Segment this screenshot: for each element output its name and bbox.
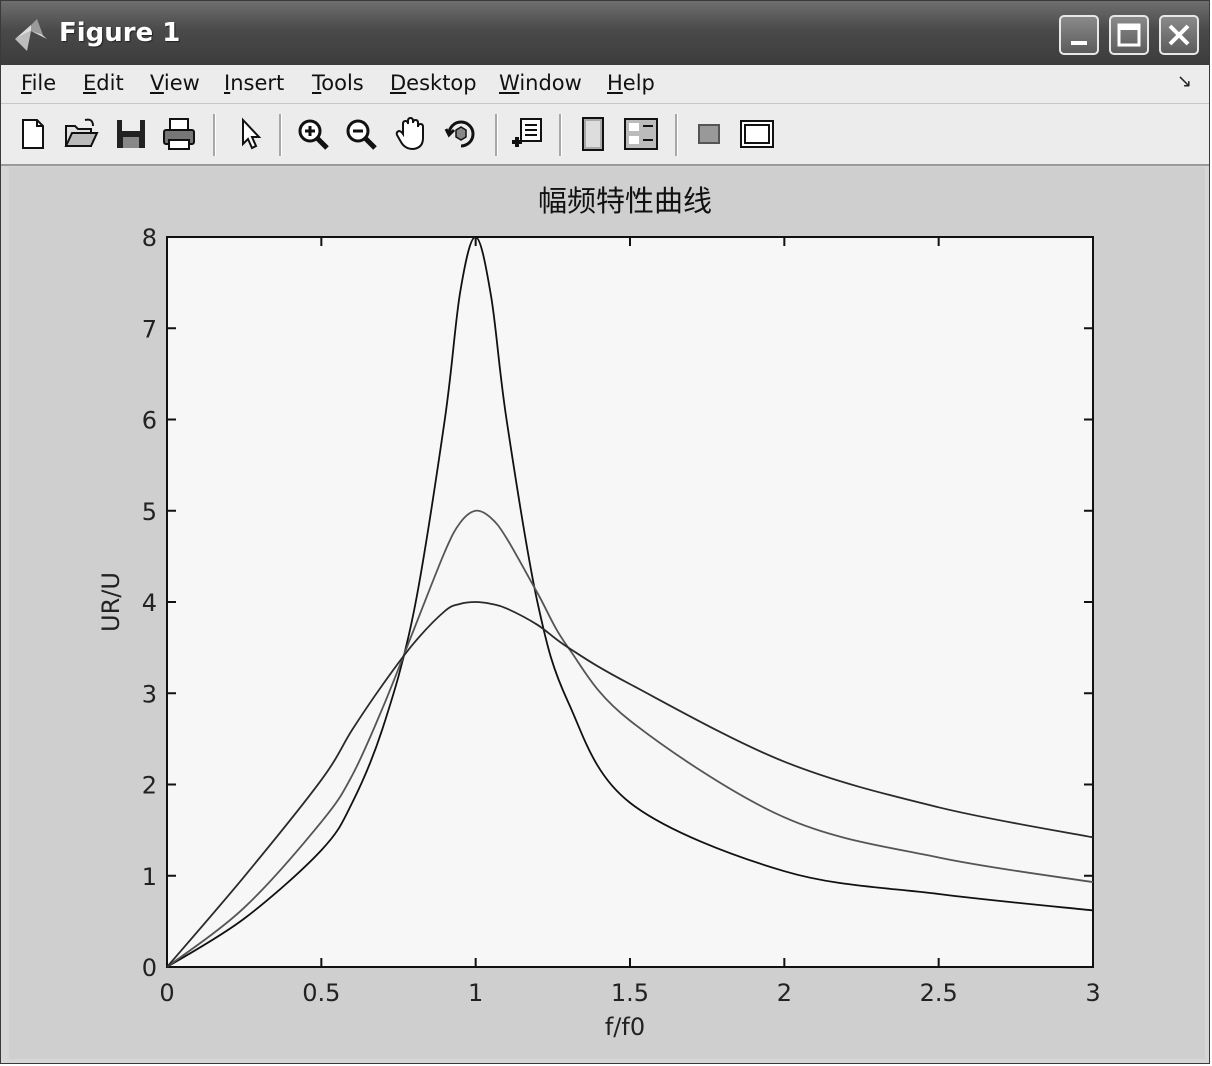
save-icon[interactable]: [113, 116, 149, 152]
y-tick-label: 0: [142, 954, 157, 982]
title-bar[interactable]: Figure 1: [1, 1, 1209, 65]
x-tick-label: 0: [159, 979, 174, 1007]
menu-bar: File Edit View Insert Tools Desktop Wind…: [1, 65, 1209, 104]
y-tick-label: 2: [142, 772, 157, 800]
plot-area[interactable]: 幅频特性曲线 0 0.5 1 1.5 2 2.5 3 0 1 2 3 4 5 6 7 8 f/f0 UR/U: [9, 167, 1205, 1059]
y-tick-label: 8: [142, 224, 157, 252]
y-tick-label: 6: [142, 407, 157, 435]
plot-title: 幅频特性曲线: [538, 184, 712, 218]
toolbar-separator: [495, 114, 498, 156]
x-tick-label: 3: [1085, 979, 1100, 1007]
print-icon[interactable]: [161, 116, 197, 152]
menu-window[interactable]: Window: [499, 71, 582, 95]
menu-edit[interactable]: Edit: [83, 71, 124, 95]
matlab-logo-icon: [13, 17, 49, 53]
menu-tools[interactable]: Tools: [312, 71, 364, 95]
pan-hand-icon[interactable]: [393, 116, 429, 152]
x-tick-label: 2: [777, 979, 792, 1007]
close-button[interactable]: [1159, 15, 1199, 55]
insert-colorbar-icon[interactable]: [691, 116, 727, 152]
zoom-in-icon[interactable]: [295, 116, 331, 152]
figure-canvas[interactable]: 幅频特性曲线 0 0.5 1 1.5 2 2.5 3 0 1 2 3 4 5 6 7 8 f/f0 UR/U: [9, 167, 1205, 1059]
minimize-button[interactable]: [1059, 15, 1099, 55]
toolbar-separator: [675, 114, 678, 156]
toolbar-separator: [279, 114, 282, 156]
window-title: Figure 1: [59, 18, 181, 48]
minimize-icon: [1071, 41, 1087, 45]
y-tick-label: 3: [142, 680, 157, 708]
open-file-icon[interactable]: [63, 116, 99, 152]
x-tick-label: 2.5: [920, 979, 958, 1007]
plot-browser-icon[interactable]: [739, 116, 775, 152]
axes-box[interactable]: [166, 236, 1094, 968]
menu-desktop[interactable]: Desktop: [390, 71, 477, 95]
menu-insert[interactable]: Insert: [224, 71, 284, 95]
matlab-figure-window: Figure 1 File Edit View Insert Tools Des…: [0, 0, 1210, 1064]
hide-plot-tools-icon[interactable]: [575, 116, 611, 152]
dock-figure-icon[interactable]: ↘: [1177, 71, 1192, 92]
figure-toolbar: [1, 104, 1209, 166]
menu-view[interactable]: View: [150, 71, 200, 95]
toolbar-separator: [213, 114, 216, 156]
x-tick-label: 0.5: [302, 979, 340, 1007]
menu-help[interactable]: Help: [607, 71, 655, 95]
x-tick-label: 1.5: [611, 979, 649, 1007]
show-plot-tools-icon[interactable]: [623, 116, 659, 152]
y-axis-label: UR/U: [97, 572, 125, 632]
menu-file[interactable]: File: [21, 71, 56, 95]
rotate-3d-icon[interactable]: [443, 116, 479, 152]
x-tick-label: 1: [468, 979, 483, 1007]
insert-legend-icon[interactable]: [509, 116, 545, 152]
y-tick-label: 7: [142, 315, 157, 343]
y-tick-label: 1: [142, 863, 157, 891]
edit-plot-arrow-icon[interactable]: [231, 116, 267, 152]
new-figure-icon[interactable]: [15, 116, 51, 152]
maximize-icon: [1117, 23, 1141, 47]
y-tick-label: 4: [142, 589, 157, 617]
toolbar-separator: [559, 114, 562, 156]
x-axis-label: f/f0: [605, 1013, 645, 1041]
zoom-out-icon[interactable]: [343, 116, 379, 152]
y-tick-label: 5: [142, 498, 157, 526]
close-icon: [1168, 24, 1190, 46]
maximize-button[interactable]: [1109, 15, 1149, 55]
